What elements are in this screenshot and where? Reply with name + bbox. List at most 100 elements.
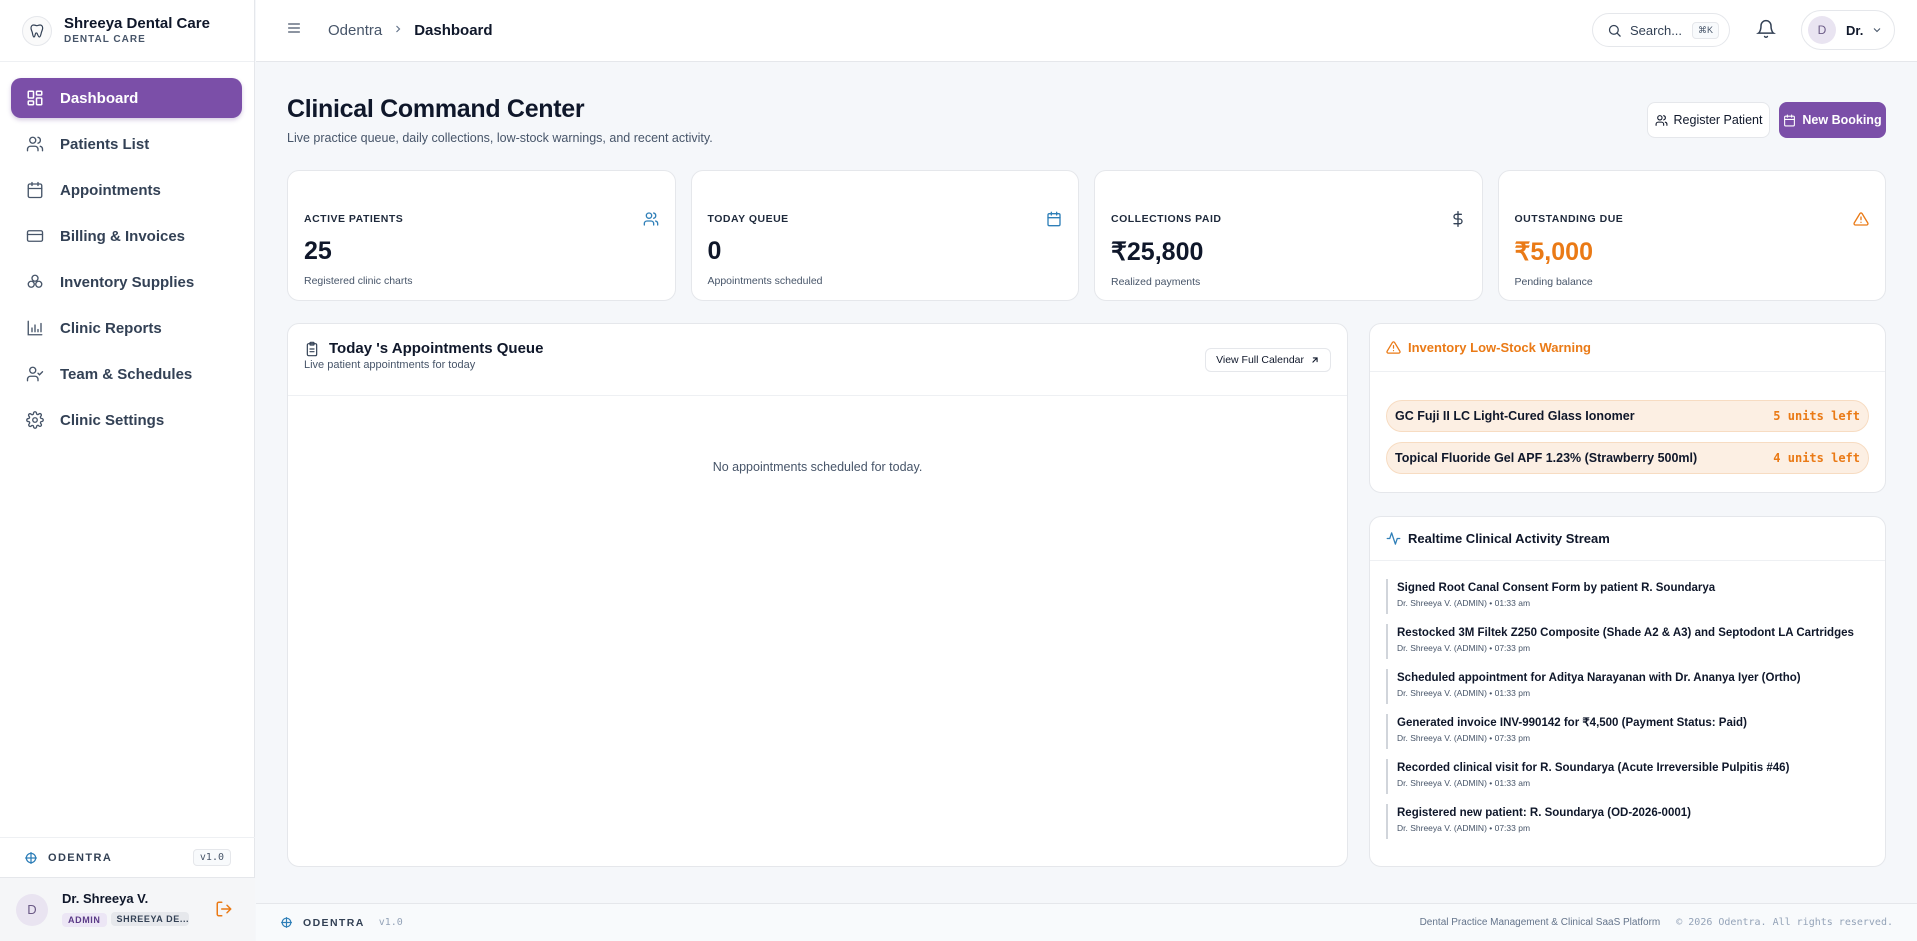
dashboard-grid-icon [25, 88, 45, 108]
activity-text: Recorded clinical visit for R. Soundarya… [1397, 762, 1790, 774]
queue-empty-state: No appointments scheduled for today. [712, 460, 923, 474]
view-full-calendar-label: View Full Calendar [1216, 354, 1304, 366]
list-item: Recorded clinical visit for R. Soundarya… [1386, 759, 1869, 794]
version-row: ODENTRA v1.0 [0, 837, 255, 877]
activity-header: Realtime Clinical Activity Stream [1370, 517, 1885, 561]
breadcrumb: Odentra Dashboard [328, 22, 493, 39]
version-badge: v1.0 [192, 849, 231, 866]
boxes-icon [25, 272, 45, 292]
list-item: Registered new patient: R. Soundarya (OD… [1386, 804, 1869, 839]
new-booking-button[interactable]: New Booking [1779, 102, 1886, 138]
chevron-down-icon [1873, 28, 1881, 33]
gear-icon [25, 410, 45, 430]
kpi-value: ₹5,000 [1514, 238, 1593, 266]
logout-icon[interactable] [215, 900, 233, 923]
activity-text: Restocked 3M Filtek Z250 Composite (Shad… [1397, 627, 1854, 639]
sidebar-item-reports[interactable]: Clinic Reports [11, 308, 242, 348]
bar-chart-icon [25, 318, 45, 338]
activity-pulse-icon [1386, 532, 1401, 545]
dollar-icon [1450, 211, 1466, 232]
list-item: Generated invoice INV-990142 for ₹4,500 … [1386, 714, 1869, 749]
sidebar-item-label: Clinic Reports [60, 319, 162, 337]
sidebar-item-label: Inventory Supplies [60, 273, 195, 291]
list-item: Signed Root Canal Consent Form by patien… [1386, 579, 1869, 614]
footer-tagline: Dental Practice Management & Clinical Sa… [1419, 917, 1661, 928]
arrow-up-right-icon [1312, 357, 1318, 363]
list-item: Restocked 3M Filtek Z250 Composite (Shad… [1386, 624, 1869, 659]
clipboard-icon [306, 341, 318, 356]
footer-copyright: © 2026 Odentra. All rights reserved. [1676, 917, 1893, 928]
kpi-value: 0 [707, 237, 722, 265]
view-full-calendar-button[interactable]: View Full Calendar [1205, 348, 1331, 372]
activity-meta: Dr. Shreeya V. (ADMIN) • 01:33 am [1397, 778, 1531, 788]
kpi-label: OUTSTANDING DUE [1514, 213, 1624, 225]
sidebar-item-appointments[interactable]: Appointments [11, 170, 242, 210]
breadcrumb-current: Dashboard [414, 22, 493, 39]
kpi-label: ACTIVE PATIENTS [304, 213, 404, 225]
topbar: Odentra Dashboard Search... ⌘K D Dr. [256, 0, 1917, 62]
sidebar-item-billing[interactable]: Billing & Invoices [11, 216, 242, 256]
list-item[interactable]: GC Fuji II LC Light-Cured Glass Ionomer … [1386, 400, 1869, 432]
list-item[interactable]: Topical Fluoride Gel APF 1.23% (Strawber… [1386, 442, 1869, 474]
page-subtitle: Live practice queue, daily collections, … [287, 131, 713, 145]
sidebar-item-dashboard[interactable]: Dashboard [11, 78, 242, 118]
sidebar-item-label: Team & Schedules [60, 365, 193, 383]
new-booking-label: New Booking [1802, 113, 1882, 127]
kpi-row: ACTIVE PATIENTS 25 Registered clinic cha… [287, 170, 1886, 301]
main-content: Clinical Command Center Live practice qu… [256, 63, 1917, 903]
sidebar-item-inventory[interactable]: Inventory Supplies [11, 262, 242, 302]
activity-meta: Dr. Shreeya V. (ADMIN) • 01:33 pm [1397, 688, 1531, 698]
user-plus-icon [1655, 114, 1667, 126]
activity-text: Registered new patient: R. Soundarya (OD… [1397, 807, 1691, 819]
stock-item-qty: 5 units left [1773, 409, 1860, 423]
kpi-card-collections: COLLECTIONS PAID ₹25,800 Realized paymen… [1094, 170, 1483, 301]
clinic-name: Shreeya Dental Care [64, 14, 210, 32]
kpi-value: ₹25,800 [1111, 238, 1204, 266]
warning-icon [1386, 341, 1401, 354]
sidebar-nav: Dashboard Patients List Appointments Bil… [11, 78, 242, 446]
queue-title-text: Today 's Appointments Queue [329, 340, 544, 357]
page-footer: ODENTRA v1.0 Dental Practice Management … [256, 903, 1917, 941]
activity-meta: Dr. Shreeya V. (ADMIN) • 07:33 pm [1397, 643, 1531, 653]
stock-item-qty: 4 units left [1773, 451, 1860, 465]
clinic-badge: SHREEYA DE... [110, 911, 189, 926]
search-icon [1608, 24, 1621, 37]
queue-header: Today 's Appointments Queue Live patient… [288, 324, 1347, 396]
sidebar-item-label: Billing & Invoices [60, 227, 186, 245]
sidebar-item-label: Appointments [60, 181, 161, 199]
kpi-card-outstanding: OUTSTANDING DUE ₹5,000 Pending balance [1497, 170, 1886, 301]
users-icon [25, 134, 45, 154]
search-button[interactable]: Search... ⌘K [1592, 13, 1730, 47]
sidebar-item-team[interactable]: Team & Schedules [11, 354, 242, 394]
stock-item-name: GC Fuji II LC Light-Cured Glass Ionomer [1395, 409, 1635, 423]
low-stock-title: Inventory Low-Stock Warning [1408, 340, 1591, 355]
bell-icon[interactable] [1756, 19, 1776, 44]
odentra-brand: ODENTRA [280, 916, 365, 929]
page-title: Clinical Command Center [287, 95, 585, 123]
queue-title: Today 's Appointments Queue [304, 340, 1331, 357]
queue-subtitle: Live patient appointments for today [304, 359, 476, 371]
odentra-wordmark: ODENTRA [303, 916, 365, 929]
activity-text: Signed Root Canal Consent Form by patien… [1397, 582, 1716, 594]
kpi-label: TODAY QUEUE [707, 213, 789, 225]
sidebar-user: D Dr. Shreeya V. ADMIN SHREEYA DE... [0, 877, 255, 941]
low-stock-list: GC Fuji II LC Light-Cured Glass Ionomer … [1370, 372, 1885, 474]
activity-meta: Dr. Shreeya V. (ADMIN) • 07:33 pm [1397, 823, 1531, 833]
sidebar-item-settings[interactable]: Clinic Settings [11, 400, 242, 440]
low-stock-header: Inventory Low-Stock Warning [1370, 324, 1885, 372]
chevron-right-icon [392, 22, 404, 39]
footer-version: v1.0 [378, 917, 403, 928]
odentra-brand: ODENTRA [24, 851, 112, 865]
user-name: Dr. Shreeya V. [62, 891, 149, 906]
activity-meta: Dr. Shreeya V. (ADMIN) • 07:33 pm [1397, 733, 1531, 743]
activity-text: Scheduled appointment for Aditya Narayan… [1397, 672, 1801, 684]
kpi-subtext: Realized payments [1111, 276, 1201, 288]
menu-icon[interactable] [286, 20, 302, 41]
sidebar-item-patients[interactable]: Patients List [11, 124, 242, 164]
breadcrumb-root[interactable]: Odentra [328, 22, 382, 39]
profile-menu-button[interactable]: D Dr. [1801, 10, 1895, 50]
appointments-queue-panel: Today 's Appointments Queue Live patient… [287, 323, 1348, 867]
credit-card-icon [25, 226, 45, 246]
register-patient-button[interactable]: Register Patient [1647, 102, 1770, 138]
sidebar-item-label: Dashboard [60, 89, 139, 107]
